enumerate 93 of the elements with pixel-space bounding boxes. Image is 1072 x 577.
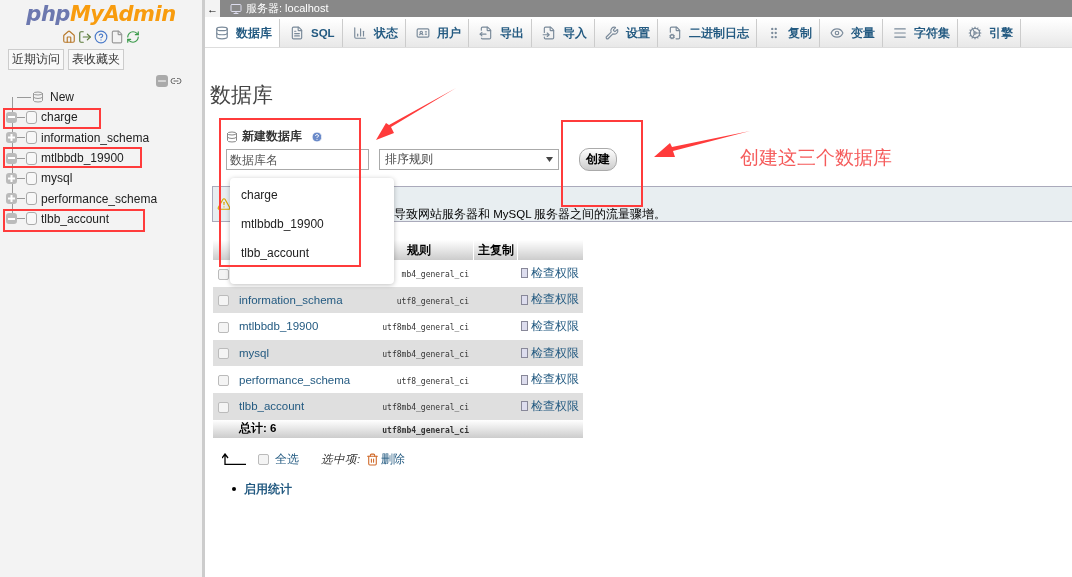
tree-item[interactable]: mtlbbdb_19900 bbox=[41, 151, 124, 166]
with-selected-label: 选中项: bbox=[321, 451, 361, 467]
import-icon bbox=[541, 26, 556, 40]
collation-cell: utf8_general_ci bbox=[396, 376, 469, 386]
tab[interactable]: 导出 bbox=[468, 19, 532, 47]
delete-icon bbox=[366, 452, 380, 466]
wrench-icon bbox=[604, 26, 619, 40]
collapse-all-icon[interactable] bbox=[156, 75, 168, 87]
tree-item[interactable]: charge bbox=[41, 110, 78, 125]
tab[interactable]: 用户 bbox=[405, 19, 469, 47]
tab[interactable]: 引擎 bbox=[957, 19, 1021, 47]
tree-item[interactable]: mysql bbox=[41, 171, 73, 186]
card-icon bbox=[521, 268, 528, 279]
link-icon[interactable] bbox=[170, 75, 182, 87]
section-title: 新建数据库 bbox=[242, 129, 302, 144]
row-checkbox[interactable] bbox=[218, 348, 229, 360]
collation-cell: utf8mb4_general_ci bbox=[382, 403, 469, 413]
bullet-icon bbox=[232, 486, 236, 491]
file-gear-icon bbox=[667, 26, 682, 40]
back-button[interactable]: ← bbox=[205, 0, 220, 17]
tab[interactable]: 状态 bbox=[342, 19, 406, 47]
collapse-icon[interactable] bbox=[6, 152, 17, 164]
new-database-icon bbox=[32, 91, 44, 104]
suggestion-item[interactable]: charge bbox=[230, 188, 394, 202]
collapse-icon[interactable] bbox=[6, 213, 17, 225]
collation-cell: mb4_general_ci bbox=[401, 270, 469, 280]
database-link[interactable]: mysql bbox=[239, 347, 270, 360]
enable-statistics-link[interactable]: 启用统计 bbox=[244, 480, 292, 497]
notice-text: 导致网站服务器和 MySQL 服务器之间的流量骤增。 bbox=[394, 206, 667, 222]
tab[interactable]: 复制 bbox=[756, 19, 820, 47]
card-icon bbox=[521, 401, 528, 412]
collapse-icon[interactable] bbox=[6, 111, 17, 123]
row-checkbox[interactable] bbox=[218, 374, 229, 386]
card-icon bbox=[521, 294, 528, 305]
new-database-icon bbox=[226, 130, 238, 143]
collation-cell: utf8mb4_general_ci bbox=[382, 323, 469, 333]
tab[interactable]: SQL bbox=[280, 19, 343, 47]
card-icon bbox=[521, 348, 528, 359]
page-heading: 数据库 bbox=[210, 82, 274, 108]
exit-icon[interactable] bbox=[78, 30, 92, 44]
warning-icon bbox=[217, 197, 231, 211]
tree-item[interactable]: tlbb_account bbox=[41, 211, 110, 226]
collation-select[interactable]: 排序规则 bbox=[379, 149, 559, 170]
phpmyadmin-logo: phpMyAdmin bbox=[26, 2, 176, 26]
row-checkbox[interactable] bbox=[218, 321, 229, 333]
document-icon bbox=[290, 26, 304, 40]
tab[interactable]: 二进制日志 bbox=[657, 19, 757, 47]
collation-cell: utf8mb4_general_ci bbox=[382, 425, 469, 435]
expand-icon[interactable] bbox=[6, 132, 17, 144]
row-checkbox[interactable] bbox=[218, 401, 229, 413]
document-icon[interactable] bbox=[110, 30, 124, 44]
caret-icon bbox=[546, 157, 553, 162]
tab[interactable]: 变量 bbox=[819, 19, 883, 47]
help-icon[interactable] bbox=[94, 30, 108, 44]
sidebar-tab-button[interactable]: 表收藏夹 bbox=[68, 49, 124, 70]
tree-item[interactable]: performance_schema bbox=[41, 191, 158, 206]
collation-cell: utf8_general_ci bbox=[396, 296, 469, 306]
tree-item[interactable]: information_schema bbox=[41, 130, 150, 145]
row-checkbox[interactable] bbox=[218, 295, 229, 307]
collation-cell: utf8mb4_general_ci bbox=[382, 350, 469, 360]
reload-icon[interactable] bbox=[126, 30, 140, 44]
expand-icon[interactable] bbox=[6, 172, 17, 184]
home-icon[interactable] bbox=[62, 30, 76, 44]
database-name-field[interactable]: 数据库名 bbox=[226, 149, 369, 170]
sidebar-tab-button[interactable]: 近期访问 bbox=[8, 49, 64, 70]
gear-icon bbox=[967, 26, 982, 40]
expand-icon[interactable] bbox=[6, 193, 17, 205]
database-link[interactable]: mtlbbdb_19900 bbox=[239, 320, 319, 333]
select-arrow-icon bbox=[222, 453, 246, 466]
bar-chart-icon bbox=[352, 26, 367, 40]
row-checkbox[interactable] bbox=[218, 268, 229, 280]
eye-icon bbox=[829, 26, 844, 40]
select-all-link[interactable]: 全选 bbox=[275, 451, 299, 467]
database-link[interactable]: performance_schema bbox=[239, 373, 351, 386]
delete-link[interactable]: 删除 bbox=[366, 451, 406, 467]
create-button[interactable]: 创建 bbox=[579, 148, 617, 171]
tab[interactable]: 字符集 bbox=[882, 19, 958, 47]
id-card-icon bbox=[415, 26, 430, 40]
server-icon bbox=[230, 2, 242, 15]
breadcrumb-title[interactable]: 服务器: localhost bbox=[246, 1, 329, 16]
tab[interactable]: 导入 bbox=[531, 19, 595, 47]
suggestion-item[interactable]: mtlbbdb_19900 bbox=[230, 217, 394, 231]
tree-item[interactable]: New bbox=[50, 90, 74, 105]
annotation-text: 创建这三个数据库 bbox=[740, 146, 892, 170]
card-icon bbox=[521, 374, 528, 385]
lines-icon bbox=[892, 26, 907, 40]
column-header: 主复制 bbox=[473, 240, 517, 260]
tab[interactable]: 数据库 bbox=[205, 19, 280, 47]
card-icon bbox=[521, 321, 528, 332]
select-all-checkbox[interactable] bbox=[258, 453, 269, 465]
tab[interactable]: 设置 bbox=[594, 19, 658, 47]
export-icon bbox=[478, 26, 493, 40]
total-count: 总计: 6 bbox=[239, 422, 277, 435]
